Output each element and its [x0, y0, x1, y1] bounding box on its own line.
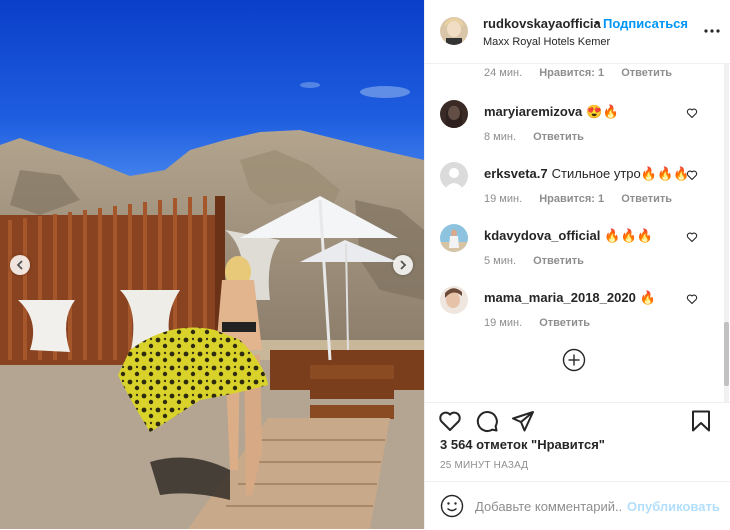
comment-time: 24 мин. — [484, 67, 523, 79]
comment-like-icon[interactable] — [686, 231, 698, 243]
comment-body: 🔥 — [639, 290, 656, 305]
avatar-image — [440, 286, 468, 314]
comment-input[interactable] — [475, 496, 623, 516]
comment-like-icon[interactable] — [686, 107, 698, 119]
comment-text: erksveta.7 Стильное утро🔥🔥🔥 — [484, 166, 689, 182]
heart-outline-icon[interactable] — [438, 409, 462, 433]
comment-text: maryiaremizova 😍🔥 — [484, 104, 619, 120]
speech-bubble-icon[interactable] — [475, 409, 499, 433]
comment-body: 🔥🔥🔥 — [604, 228, 653, 243]
comment-username[interactable]: kdavydova_official — [484, 228, 600, 243]
avatar[interactable] — [440, 224, 468, 252]
publish-button[interactable]: Опубликовать — [627, 499, 720, 514]
comment-body: Стильное утро🔥🔥🔥 — [551, 166, 690, 181]
comment-username[interactable]: mama_maria_2018_2020 — [484, 290, 636, 305]
smiley-icon[interactable] — [440, 494, 464, 518]
more-options-icon[interactable] — [703, 22, 721, 40]
chevron-left-icon — [16, 260, 23, 270]
post-side-panel: rudkovskayaofficia • Подписаться Maxx Ro… — [424, 0, 730, 529]
avatar-image — [440, 224, 468, 252]
post-timestamp[interactable]: 25 МИНУТ НАЗАД — [440, 460, 528, 471]
author-avatar[interactable] — [440, 17, 468, 45]
comment-meta: 8 мин. Ответить — [484, 131, 598, 143]
comment-meta: 19 мин. Нравится: 1 Ответить — [484, 193, 686, 205]
default-avatar-icon — [440, 162, 468, 190]
comments-scrollbar[interactable] — [724, 64, 729, 402]
avatar[interactable] — [440, 162, 468, 190]
photo-illustration — [0, 0, 424, 529]
comment-time: 19 мин. — [484, 317, 523, 329]
comment-likes-link[interactable]: Нравится: 1 — [539, 67, 604, 79]
previous-photo-button[interactable] — [10, 255, 30, 275]
post-header: rudkovskayaofficia • Подписаться Maxx Ro… — [425, 0, 730, 64]
previous-comment-meta: 24 мин. Нравится: 1 Ответить — [484, 67, 686, 79]
post-photo — [0, 0, 424, 529]
reply-link[interactable]: Ответить — [533, 255, 584, 267]
chevron-right-icon — [400, 260, 407, 270]
comment-time: 19 мин. — [484, 193, 523, 205]
load-more-comments-icon[interactable] — [562, 348, 586, 372]
comment-text: kdavydova_official 🔥🔥🔥 — [484, 228, 653, 244]
reply-link[interactable]: Ответить — [621, 67, 672, 79]
comment-time: 5 мин. — [484, 255, 517, 267]
reply-link[interactable]: Ответить — [621, 193, 672, 205]
reply-link[interactable]: Ответить — [533, 131, 584, 143]
add-comment-form: Опубликовать — [425, 481, 730, 530]
avatar[interactable] — [440, 286, 468, 314]
comment-username[interactable]: maryiaremizova — [484, 104, 582, 119]
comment-username[interactable]: erksveta.7 — [484, 166, 548, 181]
comment-like-icon[interactable] — [686, 293, 698, 305]
avatar-image — [440, 100, 468, 128]
next-photo-button[interactable] — [393, 255, 413, 275]
comment-likes-link[interactable]: Нравится: 1 — [539, 193, 604, 205]
list-item: erksveta.7 Стильное утро🔥🔥🔥 19 мин. Нрави… — [425, 162, 730, 218]
avatar[interactable] — [440, 100, 468, 128]
comment-like-icon[interactable] — [686, 169, 698, 181]
reply-link[interactable]: Ответить — [539, 317, 590, 329]
avatar-image — [440, 17, 468, 45]
post-location[interactable]: Maxx Royal Hotels Kemer — [483, 36, 610, 48]
comment-time: 8 мин. — [484, 131, 517, 143]
post-actions: 3 564 отметок "Нравится" 25 МИНУТ НАЗАД — [425, 402, 730, 477]
separator-dot: • — [595, 15, 600, 30]
comment-meta: 5 мин. Ответить — [484, 255, 598, 267]
list-item: kdavydova_official 🔥🔥🔥 5 мин. Ответить — [425, 224, 730, 280]
list-item: mama_maria_2018_2020 🔥 19 мин. Ответить — [425, 286, 730, 342]
follow-button[interactable]: Подписаться — [603, 16, 688, 31]
comment-text: mama_maria_2018_2020 🔥 — [484, 290, 656, 306]
scrollbar-thumb[interactable] — [724, 322, 729, 386]
author-username[interactable]: rudkovskayaofficia — [483, 16, 601, 31]
likes-count[interactable]: 3 564 отметок "Нравится" — [440, 437, 605, 452]
instagram-post-modal: rudkovskayaofficia • Подписаться Maxx Ro… — [0, 0, 730, 529]
bookmark-icon[interactable] — [689, 409, 713, 433]
comments-list[interactable]: 24 мин. Нравится: 1 Ответить maryiaremiz… — [425, 64, 730, 402]
paper-plane-icon[interactable] — [511, 409, 535, 433]
comment-meta: 19 мин. Ответить — [484, 317, 604, 329]
comment-body: 😍🔥 — [586, 104, 619, 119]
list-item: maryiaremizova 😍🔥 8 мин. Ответить — [425, 100, 730, 156]
